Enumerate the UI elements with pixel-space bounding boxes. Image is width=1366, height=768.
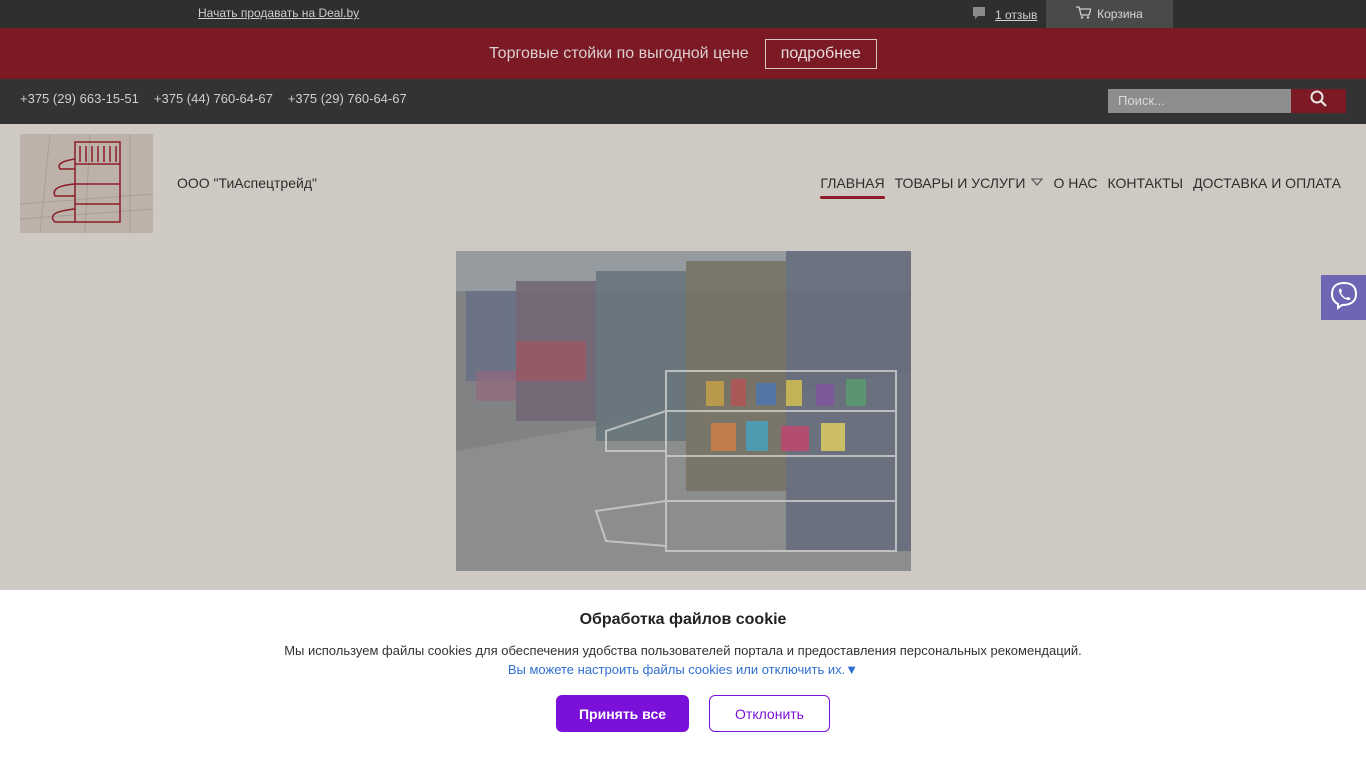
reviews-link[interactable]: 1 отзыв — [972, 6, 1037, 23]
nav-item-contacts[interactable]: КОНТАКТЫ — [1108, 175, 1184, 191]
cookie-text: Мы используем файлы cookies для обеспече… — [284, 643, 1082, 658]
cart-label: Корзина — [1097, 7, 1143, 21]
nav-label: ГЛАВНАЯ — [820, 175, 885, 191]
phone-number[interactable]: +375 (29) 663-15-51 — [20, 91, 139, 106]
hero-image — [456, 251, 911, 571]
contacts-bar: +375 (29) 663-15-51 +375 (44) 760-64-67 … — [0, 79, 1366, 124]
nav-item-about[interactable]: О НАС — [1054, 175, 1098, 191]
cookie-settings-link[interactable]: Вы можете настроить файлы cookies или от… — [0, 662, 1366, 677]
search-input[interactable]: Поиск... — [1108, 89, 1291, 113]
search-icon — [1310, 90, 1327, 112]
search-form: Поиск... — [1108, 89, 1346, 113]
nav-label: КОНТАКТЫ — [1107, 175, 1184, 191]
decline-button[interactable]: Отклонить — [709, 695, 830, 732]
cookie-banner: Обработка файлов cookie Мы используем фа… — [0, 590, 1366, 768]
promo-banner: Торговые стойки по выгодной цене подробн… — [0, 28, 1366, 79]
cookie-title: Обработка файлов cookie — [579, 611, 787, 628]
caret-down-icon: ▼ — [845, 662, 859, 677]
reviews-label: 1 отзыв — [995, 7, 1038, 22]
comment-icon — [972, 6, 986, 23]
viber-button[interactable] — [1321, 275, 1366, 320]
nav-item-home[interactable]: ГЛАВНАЯ — [820, 175, 885, 199]
chevron-down-icon — [1030, 175, 1044, 191]
accept-all-button[interactable]: Принять все — [556, 695, 689, 732]
nav-item-delivery[interactable]: ДОСТАВКА И ОПЛАТА — [1193, 175, 1341, 191]
nav-label: ДОСТАВКА И ОПЛАТА — [1193, 175, 1341, 191]
promo-details-button[interactable]: подробнее — [764, 38, 877, 69]
viber-icon — [1329, 280, 1359, 315]
search-button[interactable] — [1291, 89, 1346, 113]
cart-button[interactable]: Корзина — [1046, 0, 1173, 28]
company-name[interactable]: ООО "ТиАспецтрейд" — [177, 175, 317, 191]
phone-number[interactable]: +375 (44) 760-64-67 — [154, 91, 273, 106]
phone-number[interactable]: +375 (29) 760-64-67 — [288, 91, 407, 106]
nav-item-products[interactable]: ТОВАРЫ И УСЛУГИ — [895, 175, 1044, 191]
cookie-settings-label: Вы можете настроить файлы cookies или от… — [507, 662, 846, 677]
company-logo[interactable] — [20, 134, 153, 233]
nav-label: ТОВАРЫ И УСЛУГИ — [894, 175, 1026, 191]
top-bar: Начать продавать на Deal.by 1 отзыв Корз… — [0, 0, 1366, 28]
main-nav: ГЛАВНАЯ ТОВАРЫ И УСЛУГИ О НАС КОНТАКТЫ Д… — [820, 175, 1341, 199]
phone-list: +375 (29) 663-15-51 +375 (44) 760-64-67 … — [20, 91, 407, 106]
start-selling-link[interactable]: Начать продавать на Deal.by — [198, 6, 359, 20]
cart-icon — [1076, 6, 1093, 22]
promo-text: Торговые стойки по выгодной цене — [489, 44, 749, 62]
nav-label: О НАС — [1053, 175, 1098, 191]
site-header: ООО "ТиАспецтрейд" ГЛАВНАЯ ТОВАРЫ И УСЛУ… — [0, 124, 1366, 244]
